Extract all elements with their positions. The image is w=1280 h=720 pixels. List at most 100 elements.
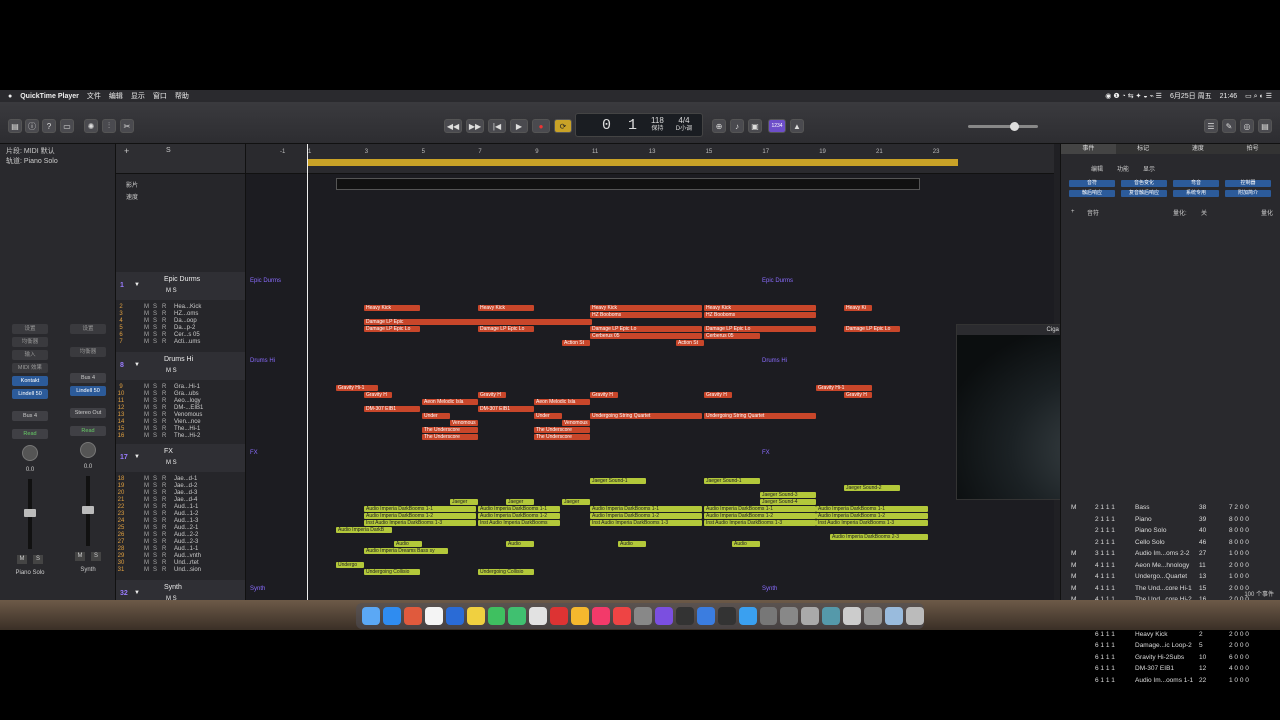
strip2-input[interactable]: Bus 4 [70,373,106,383]
track-msr-buttons[interactable]: MSR [144,332,168,338]
region[interactable]: Cerberus 05 [704,333,760,339]
region[interactable]: Cerberus 05 [590,333,702,339]
track-msr-buttons[interactable]: MSR [144,405,168,411]
status-icons-right[interactable]: ▭ ⌕ ◐ ☰ [1245,92,1272,101]
track-row[interactable]: 6 M S R Cer...s 05 [116,331,245,338]
track-row[interactable]: 30 M S R Und...rtet [116,559,245,566]
region[interactable]: Undergoing String Quartet [704,413,816,419]
dock-app-icon[interactable] [613,607,631,625]
event-menu-view[interactable]: 显示 [1143,164,1155,173]
track-msr-buttons[interactable]: MSR [144,518,168,524]
dock-app-icon[interactable] [864,607,883,625]
global-solo-button[interactable]: S [166,147,171,154]
region[interactable]: Audio [732,541,760,547]
smart-controls-icon[interactable]: ✺ [84,119,98,133]
track-msr-buttons[interactable]: MSR [144,412,168,418]
solo-icon[interactable]: ▣ [748,119,762,133]
track-row[interactable]: 27 M S R Aud...2-3 [116,538,245,545]
region[interactable]: Gravity H [704,392,732,398]
tab-tempo[interactable]: 速度 [1171,144,1226,154]
region[interactable]: Audio Imperia DarkBooms 2-3 [830,534,928,540]
region[interactable]: Damage LP Epic Lo [364,326,420,332]
loop-browser-icon[interactable]: ◎ [1240,119,1254,133]
strip1-setting[interactable]: 设置 [12,324,48,334]
event-menu-edit[interactable]: 编辑 [1091,164,1103,173]
strip2-plugin[interactable]: Lindell 50 [70,386,106,396]
folder-track-1[interactable]: 8 ▼ Drums Hi M S [116,352,245,380]
dock-app-icon[interactable] [780,607,799,625]
region[interactable]: Heavy Kick [478,305,534,311]
event-row[interactable]: M 3 1 1 1 Audio Im...oms 2-2 27 1 0 0 0 [1061,548,1280,559]
region[interactable]: Audio Imperia DarkB [336,527,392,533]
dock-app-icon[interactable] [550,607,569,625]
dock-app-icon[interactable] [759,607,778,625]
folder-ms[interactable]: M S [166,368,177,374]
strip2-fader[interactable] [82,476,94,546]
tab-events[interactable]: 事件 [1061,144,1116,154]
strip2-setting[interactable]: 设置 [70,324,106,334]
region[interactable]: Audio [618,541,646,547]
track-inspector[interactable]: 轨道: Piano Solo [0,156,115,166]
region[interactable]: The Underscore [534,434,590,440]
menu-file[interactable]: 文件 [87,91,101,101]
region[interactable]: Audio Imperia DarkBooms 1-1 [704,506,816,512]
region[interactable]: The Underscore [534,427,590,433]
strip1-fader[interactable] [24,479,36,549]
region[interactable]: Inst Audio Imperia DarkBooms 1-3 [364,520,476,526]
region[interactable]: Gravity Hi-1 [816,385,872,391]
track-row[interactable]: 10 M S R Gra...ubs [116,390,245,397]
region[interactable]: Audio Imperia DarkBooms 1-2 [704,513,816,519]
quantize-value[interactable]: 关 [1201,208,1207,217]
rewind-icon[interactable]: ◀◀ [444,119,462,133]
dock-app-icon[interactable] [592,607,611,625]
track-row[interactable]: 3 M S R HZ...oms [116,310,245,317]
region[interactable]: Jaeger Sound-4 [760,499,816,505]
track-row[interactable]: 13 M S R Venomous [116,411,245,418]
go-to-start-icon[interactable]: |◀ [488,119,506,133]
event-filter-button[interactable]: 弯音 [1173,180,1219,187]
master-volume-slider[interactable] [968,122,1038,131]
play-icon[interactable]: ▶ [510,119,528,133]
strip2-pan-knob[interactable] [80,442,96,458]
inspector-icon[interactable]: ⓘ [25,119,39,133]
region[interactable]: Inst Audio Imperia DarkBooms 1-3 [816,520,928,526]
track-msr-buttons[interactable]: MSR [144,546,168,552]
region[interactable]: Action St [562,340,590,346]
dock-app-icon[interactable] [717,607,736,625]
event-row[interactable]: 6 1 1 1 Audio Im...ooms 1-1 22 1 0 0 0 [1061,675,1280,686]
dock-app-icon[interactable] [445,607,464,625]
track-msr-buttons[interactable]: MSR [144,398,168,404]
strip1-solo-button[interactable]: S [33,555,43,564]
region[interactable]: DM-307 EIB1 [478,406,534,412]
region[interactable]: Heavy Kick [704,305,816,311]
strip1-mute-button[interactable]: M [17,555,27,564]
track-msr-buttons[interactable]: MSR [144,325,168,331]
track-msr-buttons[interactable]: MSR [144,304,168,310]
event-row[interactable]: M 2 1 1 1 Bass 38 7 2 0 0 [1061,502,1280,513]
event-row[interactable]: M 4 1 1 1 Aeon Me...hnology 11 2 0 0 0 [1061,560,1280,571]
track-row[interactable]: 15 M S R The...Hi-1 [116,425,245,432]
region[interactable]: Jaeger Sound-1 [704,478,760,484]
region[interactable]: The Underscore [422,427,478,433]
strip1-automation[interactable]: Read [12,429,48,439]
help-icon[interactable]: ? [42,119,56,133]
track-msr-buttons[interactable]: MSR [144,567,168,573]
region[interactable]: Heavy Kick [590,305,702,311]
event-row[interactable]: 2 1 1 1 Cello Solo 46 8 0 0 0 [1061,537,1280,548]
strip1-send[interactable]: Bus 4 [12,411,48,421]
dock-app-icon[interactable] [382,607,401,625]
strip2-solo-button[interactable]: S [91,552,101,561]
track-msr-buttons[interactable]: MSR [144,483,168,489]
disclosure-icon[interactable]: ▼ [134,454,140,460]
menu-view[interactable]: 显示 [131,91,145,101]
strip2-automation[interactable]: Read [70,426,106,436]
region[interactable]: Aeon Melodic Isla [534,399,590,405]
region[interactable]: Audio [394,541,422,547]
ruler[interactable]: -1 1 3 5 7 9 11 13 15 17 19 21 23 [246,144,1054,174]
region[interactable]: Under [422,413,450,419]
track-row[interactable]: 11 M S R Aeo...logy [116,397,245,404]
tab-signature[interactable]: 拍号 [1225,144,1280,154]
dock-app-icon[interactable] [822,607,841,625]
track-row[interactable]: 24 M S R Aud...1-3 [116,517,245,524]
count-in-badge[interactable]: 1234 [768,119,786,133]
